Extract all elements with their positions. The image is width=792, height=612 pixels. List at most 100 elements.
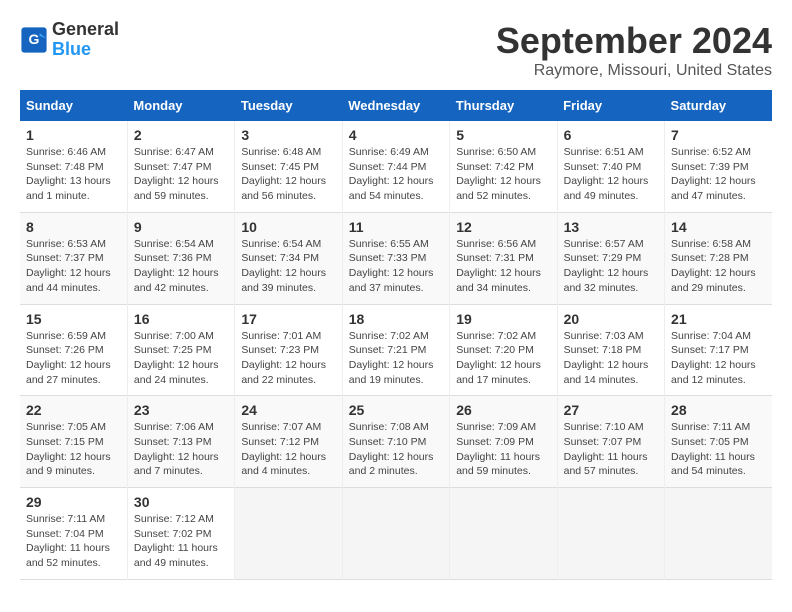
column-header-friday: Friday xyxy=(557,90,664,121)
calendar-cell: 15 Sunrise: 6:59 AMSunset: 7:26 PMDayligh… xyxy=(20,304,127,396)
calendar-cell: 26 Sunrise: 7:09 AMSunset: 7:09 PMDayligh… xyxy=(450,396,557,488)
day-number: 16 xyxy=(134,311,228,327)
calendar-cell xyxy=(557,488,664,580)
day-number: 15 xyxy=(26,311,121,327)
column-header-sunday: Sunday xyxy=(20,90,127,121)
month-title: September 2024 xyxy=(496,20,772,62)
day-info: Sunrise: 7:02 AMSunset: 7:21 PMDaylight:… xyxy=(349,329,443,388)
calendar-cell: 4 Sunrise: 6:49 AMSunset: 7:44 PMDaylight… xyxy=(342,121,449,212)
calendar-cell: 9Sunrise: 6:54 AMSunset: 7:36 PMDaylight… xyxy=(127,212,234,304)
calendar-cell: 10 Sunrise: 6:54 AMSunset: 7:34 PMDayligh… xyxy=(235,212,342,304)
day-info: Sunrise: 7:10 AMSunset: 7:07 PMDaylight:… xyxy=(564,420,658,479)
calendar-cell xyxy=(665,488,772,580)
day-number: 20 xyxy=(564,311,658,327)
calendar-cell: 8 Sunrise: 6:53 AMSunset: 7:37 PMDaylight… xyxy=(20,212,127,304)
day-number: 23 xyxy=(134,402,228,418)
calendar-cell: 22 Sunrise: 7:05 AMSunset: 7:15 PMDayligh… xyxy=(20,396,127,488)
logo: G General Blue xyxy=(20,20,119,60)
day-info: Sunrise: 7:04 AMSunset: 7:17 PMDaylight:… xyxy=(671,329,766,388)
svg-text:G: G xyxy=(29,31,40,47)
header: G General Blue September 2024 Raymore, M… xyxy=(20,20,772,80)
day-number: 11 xyxy=(349,219,443,235)
calendar-cell: 14 Sunrise: 6:58 AMSunset: 7:28 PMDayligh… xyxy=(665,212,772,304)
calendar-cell: 12 Sunrise: 6:56 AMSunset: 7:31 PMDayligh… xyxy=(450,212,557,304)
day-info: Sunrise: 6:49 AMSunset: 7:44 PMDaylight:… xyxy=(349,145,443,204)
calendar-cell: 6 Sunrise: 6:51 AMSunset: 7:40 PMDaylight… xyxy=(557,121,664,212)
calendar-table: SundayMondayTuesdayWednesdayThursdayFrid… xyxy=(20,90,772,580)
column-header-thursday: Thursday xyxy=(450,90,557,121)
title-area: September 2024 Raymore, Missouri, United… xyxy=(496,20,772,80)
day-info: Sunrise: 6:54 AMSunset: 7:34 PMDaylight:… xyxy=(241,237,335,296)
day-number: 5 xyxy=(456,127,550,143)
column-header-wednesday: Wednesday xyxy=(342,90,449,121)
day-number: 25 xyxy=(349,402,443,418)
day-info: Sunrise: 6:46 AMSunset: 7:48 PMDaylight:… xyxy=(26,145,121,204)
calendar-cell: 18 Sunrise: 7:02 AMSunset: 7:21 PMDayligh… xyxy=(342,304,449,396)
day-number: 14 xyxy=(671,219,766,235)
day-number: 30 xyxy=(134,494,228,510)
day-number: 17 xyxy=(241,311,335,327)
day-number: 22 xyxy=(26,402,121,418)
day-number: 26 xyxy=(456,402,550,418)
day-number: 6 xyxy=(564,127,658,143)
day-info: Sunrise: 6:59 AMSunset: 7:26 PMDaylight:… xyxy=(26,329,121,388)
calendar-cell: 13 Sunrise: 6:57 AMSunset: 7:29 PMDayligh… xyxy=(557,212,664,304)
day-number: 1 xyxy=(26,127,121,143)
calendar-cell: 25 Sunrise: 7:08 AMSunset: 7:10 PMDayligh… xyxy=(342,396,449,488)
calendar-header-row: SundayMondayTuesdayWednesdayThursdayFrid… xyxy=(20,90,772,121)
day-info: Sunrise: 7:11 AMSunset: 7:04 PMDaylight:… xyxy=(26,512,121,571)
calendar-cell xyxy=(342,488,449,580)
day-info: Sunrise: 6:58 AMSunset: 7:28 PMDaylight:… xyxy=(671,237,766,296)
day-number: 18 xyxy=(349,311,443,327)
logo-icon: G xyxy=(20,26,48,54)
calendar-cell: 2 Sunrise: 6:47 AMSunset: 7:47 PMDaylight… xyxy=(127,121,234,212)
calendar-cell: 1 Sunrise: 6:46 AMSunset: 7:48 PMDaylight… xyxy=(20,121,127,212)
day-number: 2 xyxy=(134,127,228,143)
logo-line2: Blue xyxy=(52,40,119,60)
calendar-cell: 20 Sunrise: 7:03 AMSunset: 7:18 PMDayligh… xyxy=(557,304,664,396)
day-number: 19 xyxy=(456,311,550,327)
day-info: Sunrise: 6:48 AMSunset: 7:45 PMDaylight:… xyxy=(241,145,335,204)
calendar-week-row: 29 Sunrise: 7:11 AMSunset: 7:04 PMDayligh… xyxy=(20,488,772,580)
day-info: Sunrise: 7:08 AMSunset: 7:10 PMDaylight:… xyxy=(349,420,443,479)
calendar-cell: 28Sunrise: 7:11 AMSunset: 7:05 PMDayligh… xyxy=(665,396,772,488)
calendar-cell: 24Sunrise: 7:07 AMSunset: 7:12 PMDayligh… xyxy=(235,396,342,488)
day-number: 8 xyxy=(26,219,121,235)
day-info: Sunrise: 6:55 AMSunset: 7:33 PMDaylight:… xyxy=(349,237,443,296)
calendar-cell: 29 Sunrise: 7:11 AMSunset: 7:04 PMDayligh… xyxy=(20,488,127,580)
day-info: Sunrise: 6:51 AMSunset: 7:40 PMDaylight:… xyxy=(564,145,658,204)
day-info: Sunrise: 7:03 AMSunset: 7:18 PMDaylight:… xyxy=(564,329,658,388)
day-info: Sunrise: 6:56 AMSunset: 7:31 PMDaylight:… xyxy=(456,237,550,296)
day-number: 24 xyxy=(241,402,335,418)
day-info: Sunrise: 7:09 AMSunset: 7:09 PMDaylight:… xyxy=(456,420,550,479)
day-info: Sunrise: 6:47 AMSunset: 7:47 PMDaylight:… xyxy=(134,145,228,204)
calendar-cell xyxy=(235,488,342,580)
day-number: 29 xyxy=(26,494,121,510)
calendar-cell: 7Sunrise: 6:52 AMSunset: 7:39 PMDaylight… xyxy=(665,121,772,212)
calendar-cell: 19 Sunrise: 7:02 AMSunset: 7:20 PMDayligh… xyxy=(450,304,557,396)
day-number: 3 xyxy=(241,127,335,143)
logo-text: General Blue xyxy=(52,20,119,60)
calendar-cell: 16 Sunrise: 7:00 AMSunset: 7:25 PMDayligh… xyxy=(127,304,234,396)
calendar-cell: 11 Sunrise: 6:55 AMSunset: 7:33 PMDayligh… xyxy=(342,212,449,304)
day-info: Sunrise: 6:53 AMSunset: 7:37 PMDaylight:… xyxy=(26,237,121,296)
calendar-week-row: 8 Sunrise: 6:53 AMSunset: 7:37 PMDaylight… xyxy=(20,212,772,304)
day-info: Sunrise: 6:57 AMSunset: 7:29 PMDaylight:… xyxy=(564,237,658,296)
day-number: 10 xyxy=(241,219,335,235)
day-number: 12 xyxy=(456,219,550,235)
day-info: Sunrise: 7:12 AMSunset: 7:02 PMDaylight:… xyxy=(134,512,228,571)
day-info: Sunrise: 7:00 AMSunset: 7:25 PMDaylight:… xyxy=(134,329,228,388)
day-info: Sunrise: 7:01 AMSunset: 7:23 PMDaylight:… xyxy=(241,329,335,388)
day-number: 9 xyxy=(134,219,228,235)
day-number: 27 xyxy=(564,402,658,418)
calendar-week-row: 15 Sunrise: 6:59 AMSunset: 7:26 PMDayligh… xyxy=(20,304,772,396)
day-info: Sunrise: 7:05 AMSunset: 7:15 PMDaylight:… xyxy=(26,420,121,479)
calendar-week-row: 1 Sunrise: 6:46 AMSunset: 7:48 PMDaylight… xyxy=(20,121,772,212)
calendar-cell xyxy=(450,488,557,580)
day-number: 4 xyxy=(349,127,443,143)
day-number: 13 xyxy=(564,219,658,235)
day-info: Sunrise: 7:02 AMSunset: 7:20 PMDaylight:… xyxy=(456,329,550,388)
day-number: 28 xyxy=(671,402,766,418)
calendar-cell: 17 Sunrise: 7:01 AMSunset: 7:23 PMDayligh… xyxy=(235,304,342,396)
column-header-tuesday: Tuesday xyxy=(235,90,342,121)
